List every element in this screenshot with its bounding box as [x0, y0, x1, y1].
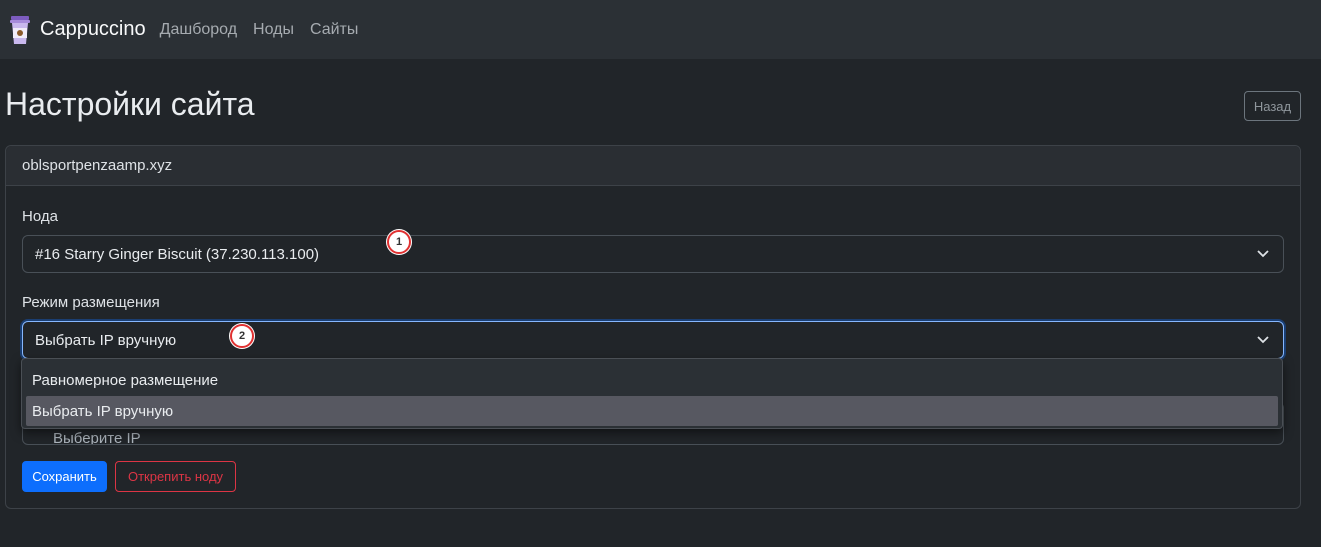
site-settings-card: oblsportpenzaamp.xyz Нода #16 Starry Gin…: [5, 145, 1301, 509]
card-header: oblsportpenzaamp.xyz: [6, 146, 1300, 186]
nav-link-dashboard[interactable]: Дашбород: [160, 21, 237, 39]
brand[interactable]: Cappuccino: [8, 15, 146, 45]
brand-name: Cappuccino: [40, 18, 146, 40]
nav-link-nodes[interactable]: Ноды: [253, 21, 294, 39]
detach-node-button[interactable]: Открепить ноду: [115, 461, 236, 492]
coffee-cup-icon: [10, 15, 30, 44]
save-button[interactable]: Сохранить: [22, 461, 107, 492]
back-button[interactable]: Назад: [1244, 91, 1301, 121]
placement-mode-value: Выбрать IP вручную: [35, 331, 177, 349]
page-title: Настройки сайта: [5, 86, 255, 122]
placement-mode-select[interactable]: Выбрать IP вручную: [22, 321, 1284, 359]
chevron-down-icon: [1257, 336, 1269, 344]
navbar: Cappuccino Дашбород Ноды Сайты: [0, 0, 1321, 59]
placement-mode-label: Режим размещения: [22, 294, 160, 311]
dropdown-option-manual-ip[interactable]: Выбрать IP вручную: [26, 396, 1278, 426]
ip-select-placeholder: Выберите IP: [53, 430, 141, 445]
placement-mode-dropdown: Равномерное размещение Выбрать IP вручну…: [21, 358, 1283, 429]
node-select[interactable]: #16 Starry Ginger Biscuit (37.230.113.10…: [22, 235, 1284, 273]
annotation-marker-1: 1: [387, 230, 411, 254]
chevron-down-icon: [1257, 250, 1269, 258]
node-select-value: #16 Starry Ginger Biscuit (37.230.113.10…: [35, 245, 320, 263]
nav-link-sites[interactable]: Сайты: [310, 21, 358, 39]
node-label: Нода: [22, 208, 58, 225]
dropdown-option-even[interactable]: Равномерное размещение: [26, 365, 1278, 395]
annotation-marker-2: 2: [230, 324, 254, 348]
